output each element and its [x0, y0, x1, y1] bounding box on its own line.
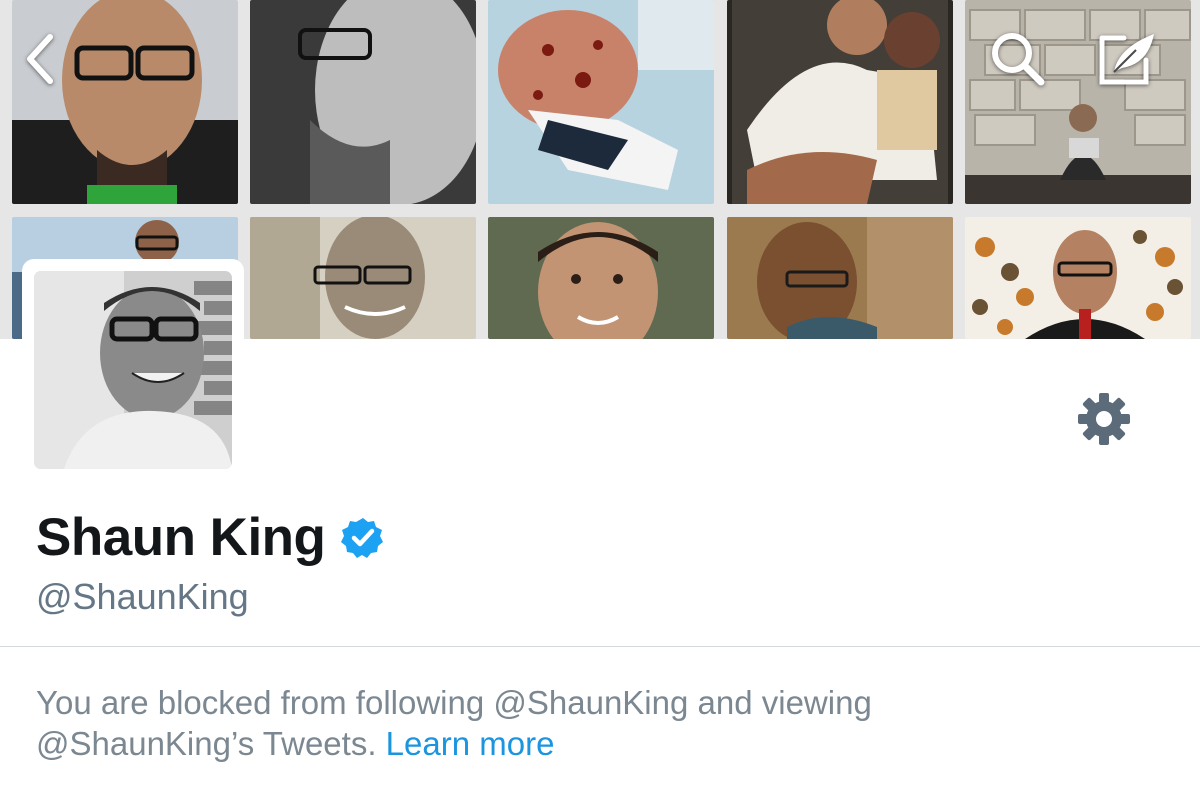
profile-name-row: Shaun King: [36, 505, 385, 569]
profile-handle: @ShaunKing: [36, 576, 249, 617]
header-photo-4: [727, 0, 953, 204]
header-photo-8: [488, 217, 714, 339]
verified-badge-icon: [341, 515, 385, 559]
gear-icon: [1078, 393, 1130, 445]
header-photo-3: [488, 0, 714, 204]
chevron-left-icon: [27, 34, 53, 84]
header-photo-7: [250, 217, 476, 339]
profile-avatar[interactable]: [22, 259, 244, 481]
settings-button[interactable]: [1074, 389, 1134, 449]
compose-tweet-button[interactable]: [1096, 27, 1160, 91]
blocked-notice: You are blocked from following @ShaunKin…: [36, 682, 1036, 764]
section-divider: [0, 646, 1200, 647]
header-photo-9: [727, 217, 953, 339]
avatar-image: [34, 271, 232, 469]
search-button[interactable]: [986, 27, 1050, 91]
header-photo-2: [250, 0, 476, 204]
learn-more-link[interactable]: Learn more: [386, 725, 555, 762]
search-icon: [992, 33, 1045, 86]
header-photo-10: [965, 217, 1191, 339]
back-button[interactable]: [8, 27, 72, 91]
compose-tweet-icon: [1099, 34, 1154, 85]
profile-display-name: Shaun King: [36, 507, 326, 567]
